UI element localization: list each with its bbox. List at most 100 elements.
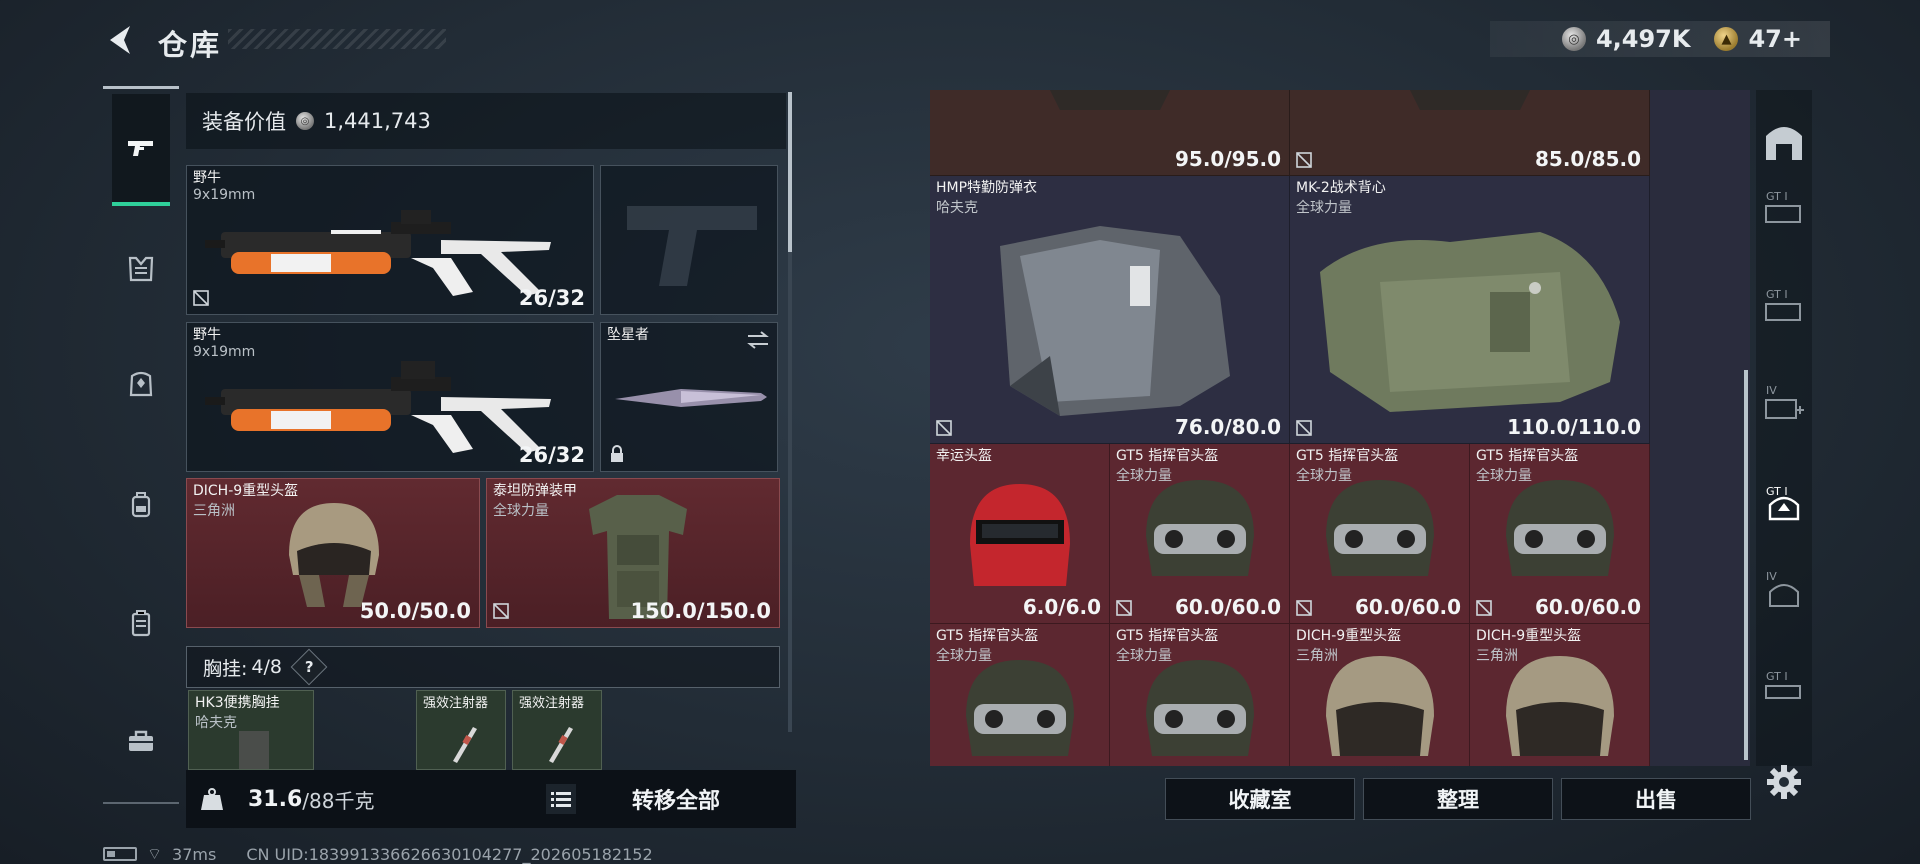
- primary-weapon-slot[interactable]: 野牛 9x19mm 26/32: [186, 165, 594, 315]
- nav-backpacks[interactable]: [112, 476, 170, 534]
- chest-rig-capacity: 4/8: [251, 656, 282, 678]
- storage-item[interactable]: GT5 指挥官头盔 全球力量 60.0/60.0: [1290, 444, 1470, 624]
- armor-class-icon: GT I: [1765, 288, 1801, 321]
- item-durability: 95.0/95.0: [1175, 147, 1281, 171]
- sort-button[interactable]: 整理: [1363, 778, 1553, 820]
- chest-rig-label: 胸挂:: [203, 657, 248, 680]
- transfer-all-button[interactable]: 转移全部: [586, 780, 766, 818]
- item-name: HMP特勤防弹衣: [936, 180, 1038, 196]
- nav-armor[interactable]: [112, 356, 170, 414]
- storage-item[interactable]: DICH-9重型头盔 三角洲: [1470, 624, 1650, 766]
- nav-cases[interactable]: [112, 594, 170, 652]
- gold-amount[interactable]: 47+: [1748, 25, 1802, 53]
- no-repair-icon: [1296, 152, 1312, 168]
- storage-empty-column: [1650, 90, 1750, 766]
- melee-name: 坠星者: [607, 327, 649, 343]
- storage-item[interactable]: 幸运头盔 6.0/6.0: [930, 444, 1110, 624]
- svg-text:IV: IV: [1766, 384, 1777, 397]
- helmet-durability: 50.0/50.0: [359, 599, 471, 623]
- armor-class-icon: IV: [1765, 384, 1804, 419]
- sell-button[interactable]: 出售: [1561, 778, 1751, 820]
- gear-icon[interactable]: [1764, 762, 1804, 802]
- swap-icon[interactable]: [745, 329, 771, 351]
- filter-helmet-tier-4[interactable]: IV: [1760, 566, 1808, 614]
- silver-amount: 4,497K: [1595, 25, 1691, 53]
- filter-all[interactable]: [1760, 118, 1808, 166]
- secondary-weapon-slot[interactable]: 野牛 9x19mm 26/32: [186, 322, 594, 472]
- nav-divider-top: [103, 86, 179, 89]
- commander-helmet-image: [1506, 480, 1614, 576]
- storage-grid: 95.0/95.0 85.0/85.0 HMP特勤防弹衣 哈夫克 76.0/80…: [930, 90, 1750, 766]
- storage-scrollbar[interactable]: [1744, 370, 1748, 760]
- storage-all-icon: [1766, 127, 1802, 160]
- rig-item-injector-2[interactable]: 强效注射器: [512, 690, 602, 770]
- nav-weapons[interactable]: [112, 94, 170, 206]
- pistol-icon: [128, 141, 153, 156]
- armor-class-icon: GT I: [1765, 190, 1801, 223]
- item-name: GT5 指挥官头盔: [1476, 448, 1579, 464]
- item-durability: 110.0/110.0: [1507, 415, 1641, 439]
- storage-item[interactable]: 85.0/85.0: [1290, 90, 1650, 176]
- item-durability: 85.0/85.0: [1535, 147, 1641, 171]
- commander-helmet-image: [1146, 480, 1254, 576]
- weapon-name: 野牛: [193, 327, 221, 343]
- loadout-scroll-thumb[interactable]: [788, 92, 792, 252]
- commander-helmet-image: [966, 660, 1074, 756]
- toolbox-icon: [129, 730, 153, 751]
- armor-slot[interactable]: 泰坦防弹装甲 全球力量 150.0/150.0: [486, 478, 780, 628]
- silver-coin-icon: ◎: [296, 112, 314, 130]
- storage-item[interactable]: GT5 指挥官头盔 全球力量 60.0/60.0: [1470, 444, 1650, 624]
- injector-image: [549, 727, 573, 763]
- silver-coin-icon: ◎: [1561, 27, 1586, 51]
- storage-item[interactable]: MK-2战术背心 全球力量 110.0/110.0: [1290, 176, 1650, 444]
- rig-item-name: 强效注射器: [519, 696, 585, 711]
- armor-image: [1410, 90, 1530, 110]
- storage-item[interactable]: DICH-9重型头盔 三角洲: [1290, 624, 1470, 766]
- item-durability: 60.0/60.0: [1175, 595, 1281, 619]
- backpack-icon: [131, 492, 151, 518]
- pistol-placeholder-icon: [627, 206, 757, 286]
- rig-item-vest[interactable]: HK3便携胸挂 哈夫克: [188, 690, 314, 770]
- smg-weapon-image: [205, 361, 551, 453]
- list-icon[interactable]: [546, 784, 576, 814]
- equipment-value-label: 装备价值: [202, 110, 286, 134]
- back-arrow-icon[interactable]: [100, 20, 140, 60]
- filter-tier-1[interactable]: GT I: [1760, 184, 1808, 232]
- case-icon: [131, 610, 151, 637]
- equipment-value-amount: 1,441,743: [324, 109, 431, 133]
- weight-icon: [201, 788, 223, 810]
- nav-helmets[interactable]: [112, 240, 170, 298]
- storage-item[interactable]: GT5 指挥官头盔 全球力量 60.0/60.0: [1110, 444, 1290, 624]
- wifi-icon: ⌔: [147, 844, 163, 863]
- svg-text:IV: IV: [1766, 570, 1777, 583]
- helmet-slot[interactable]: DICH-9重型头盔 三角洲 50.0/50.0: [186, 478, 480, 628]
- storage-item[interactable]: GT5 指挥官头盔 全球力量: [1110, 624, 1290, 766]
- weapon-name: 野牛: [193, 170, 221, 186]
- helmet-vest-icon: [128, 256, 154, 282]
- injector-image: [453, 727, 477, 763]
- filter-helmet-active[interactable]: GT I: [1758, 470, 1810, 540]
- melee-slot[interactable]: 坠星者: [600, 322, 778, 472]
- filter-tier-gt[interactable]: GT I: [1760, 664, 1808, 712]
- weapon-durability: 26/32: [518, 443, 585, 467]
- nav-toolbox[interactable]: [112, 712, 170, 770]
- help-icon[interactable]: ?: [290, 648, 328, 686]
- currency-bar: ◎ 4,497K ▲ 47+: [1490, 21, 1830, 57]
- rig-item-injector-1[interactable]: 强效注射器: [416, 690, 506, 770]
- smg-weapon-image: [205, 210, 551, 296]
- weight-current: 31.6: [248, 786, 303, 812]
- no-repair-icon: [936, 420, 952, 436]
- knife-image: [615, 389, 767, 407]
- collection-room-button[interactable]: 收藏室: [1165, 778, 1355, 820]
- pistol-slot-empty[interactable]: [600, 165, 778, 315]
- helmet-brand: 三角洲: [193, 503, 235, 519]
- storage-item[interactable]: HMP特勤防弹衣 哈夫克 76.0/80.0: [930, 176, 1290, 444]
- storage-item[interactable]: 95.0/95.0: [930, 90, 1290, 176]
- item-brand: 哈夫克: [936, 200, 978, 216]
- lucky-helmet-image: [970, 484, 1070, 586]
- storage-item[interactable]: GT5 指挥官头盔 全球力量: [930, 624, 1110, 766]
- filter-tier-2[interactable]: GT I: [1760, 282, 1808, 330]
- item-name: DICH-9重型头盔: [1296, 628, 1402, 644]
- filter-tier-3[interactable]: IV: [1760, 378, 1808, 426]
- chest-rig-image: [239, 731, 269, 769]
